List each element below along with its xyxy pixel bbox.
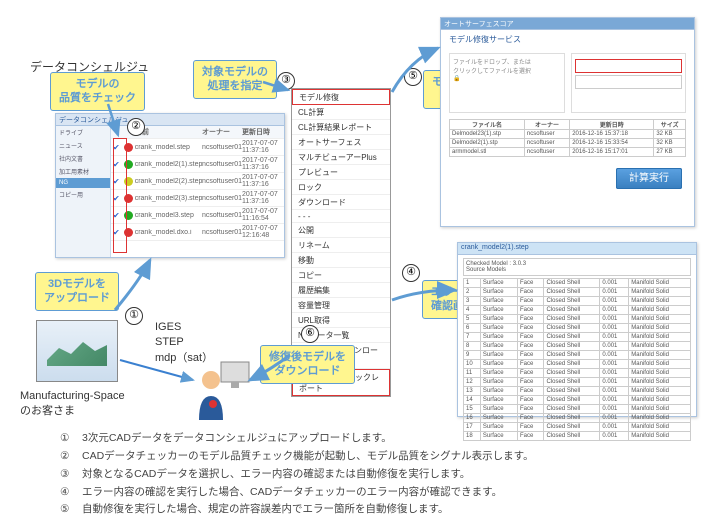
repair-file-table: ファイル名オーナー更新日時サイズ Delmodel23(1).stpncsoft… <box>449 119 686 157</box>
sidebar-item[interactable]: ニュース <box>56 139 110 152</box>
callout-quality: モデルの 品質をチェック <box>50 72 145 111</box>
table-row[interactable]: ✔crank_model.dxo.incsoftuser0122017-07-0… <box>111 224 284 241</box>
error-window: crank_model2(1).step Checked Model : 3.0… <box>457 242 697 417</box>
repair-panel <box>571 53 687 113</box>
sidebar-item[interactable]: コピー用 <box>56 188 110 201</box>
sidebar: ドライブ ニュース 社内文書 加工用素材 NG コピー用 <box>56 126 111 257</box>
menu-item[interactable]: 移動 <box>292 253 390 268</box>
sidebar-item[interactable]: NG <box>56 178 110 188</box>
table-row: 8SurfaceFaceClosed Shell0.001Manifold So… <box>464 342 691 351</box>
repair-window: オートサーフェスコア モデル修復サービス ファイルをドロップ、またはクリックして… <box>440 17 695 227</box>
cad-shape-icon <box>47 336 107 366</box>
file-table: 名前 オーナー 更新日時 ✔crank_model.stepncsoftuser… <box>111 126 284 257</box>
table-row: 13SurfaceFaceClosed Shell0.001Manifold S… <box>464 387 691 396</box>
menu-item[interactable]: 容量管理 <box>292 298 390 313</box>
col-name: 名前 <box>135 127 202 137</box>
step-6-badge: ⑥ <box>301 325 319 343</box>
table-row: 6SurfaceFaceClosed Shell0.001Manifold So… <box>464 324 691 333</box>
footer-steps: ①3次元CADデータをデータコンシェルジュにアップロードします。 ②CADデータ… <box>60 430 534 519</box>
menu-item[interactable]: プレビュー <box>292 165 390 180</box>
table-row: 1SurfaceFaceClosed Shell0.001Manifold So… <box>464 279 691 288</box>
table-row: 3SurfaceFaceClosed Shell0.001Manifold So… <box>464 297 691 306</box>
callout-upload: 3Dモデルを アップロード <box>35 272 119 311</box>
menu-item[interactable]: CL計算 <box>292 105 390 120</box>
table-row: 15SurfaceFaceClosed Shell0.001Manifold S… <box>464 405 691 414</box>
table-row: 12SurfaceFaceClosed Shell0.001Manifold S… <box>464 378 691 387</box>
menu-item[interactable]: オートサーフェス <box>292 135 390 150</box>
table-row: 2SurfaceFaceClosed Shell0.001Manifold So… <box>464 288 691 297</box>
menu-item[interactable]: 公開 <box>292 223 390 238</box>
step-4-badge: ④ <box>402 264 420 282</box>
table-row[interactable]: ✔crank_model2(2).stepncsoftuser0122017-0… <box>111 173 284 190</box>
table-row[interactable]: ✔crank_model.stepncsoftuser0122017-07-07… <box>111 139 284 156</box>
menu-item[interactable]: CL計算結果レポート <box>292 120 390 135</box>
cad-thumbnail <box>36 320 118 382</box>
col-date: 更新日時 <box>242 127 282 137</box>
step-2-badge: ② <box>127 118 145 136</box>
menu-item[interactable]: ロック <box>292 180 390 195</box>
col-owner: オーナー <box>202 127 242 137</box>
execute-button[interactable]: 計算実行 <box>616 168 682 189</box>
menu-item[interactable]: コピー <box>292 268 390 283</box>
error-table: 1SurfaceFaceClosed Shell0.001Manifold So… <box>463 278 691 441</box>
sidebar-item[interactable]: 加工用素材 <box>56 165 110 178</box>
menu-item[interactable]: 履歴編集 <box>292 283 390 298</box>
callout-target: 対象モデルの 処理を指定 <box>193 60 277 99</box>
menu-item[interactable]: ダウンロード <box>292 195 390 210</box>
sidebar-item[interactable]: ドライブ <box>56 126 110 139</box>
step-3-badge: ③ <box>277 72 295 90</box>
callout-download: 修復後モデルを ダウンロード <box>260 345 355 384</box>
repair-subtitle: モデル修復サービス <box>441 30 694 49</box>
table-row[interactable]: ✔crank_model2(1).stepncsoftuser0122017-0… <box>111 156 284 173</box>
table-row: 14SurfaceFaceClosed Shell0.001Manifold S… <box>464 396 691 405</box>
repair-panel: ファイルをドロップ、またはクリックしてファイルを選択🔒 <box>449 53 565 113</box>
file-list-window: データコンシェルジュ ドライブ ニュース 社内文書 加工用素材 NG コピー用 … <box>55 113 285 258</box>
table-row: 10SurfaceFaceClosed Shell0.001Manifold S… <box>464 360 691 369</box>
window-titlebar: データコンシェルジュ <box>56 114 284 126</box>
menu-item[interactable]: マルチビューアーPlus <box>292 150 390 165</box>
menu-item[interactable]: モデル修復 <box>292 89 390 105</box>
table-row: 11SurfaceFaceClosed Shell0.001Manifold S… <box>464 369 691 378</box>
customer-label: Manufacturing-Space のお客さま <box>20 390 125 418</box>
table-row: 9SurfaceFaceClosed Shell0.001Manifold So… <box>464 351 691 360</box>
repair-titlebar: オートサーフェスコア <box>441 18 694 30</box>
menu-item[interactable]: リネーム <box>292 238 390 253</box>
menu-item[interactable]: - - - <box>292 210 390 223</box>
table-row: 16SurfaceFaceClosed Shell0.001Manifold S… <box>464 414 691 423</box>
signal-highlight <box>113 138 127 253</box>
error-titlebar: crank_model2(1).step <box>458 243 696 255</box>
err-header: Source Models <box>466 267 506 273</box>
sidebar-item[interactable]: 社内文書 <box>56 152 110 165</box>
table-row: 5SurfaceFaceClosed Shell0.001Manifold So… <box>464 315 691 324</box>
table-row[interactable]: ✔crank_model2(3).stepncsoftuser0122017-0… <box>111 190 284 207</box>
step-5-badge: ⑤ <box>404 68 422 86</box>
step-1-badge: ① <box>125 307 143 325</box>
table-row[interactable]: ✔crank_model3.stepncsoftuser0122017-07-0… <box>111 207 284 224</box>
table-row: 7SurfaceFaceClosed Shell0.001Manifold So… <box>464 333 691 342</box>
person-icon <box>195 360 251 423</box>
table-row: 4SurfaceFaceClosed Shell0.001Manifold So… <box>464 306 691 315</box>
